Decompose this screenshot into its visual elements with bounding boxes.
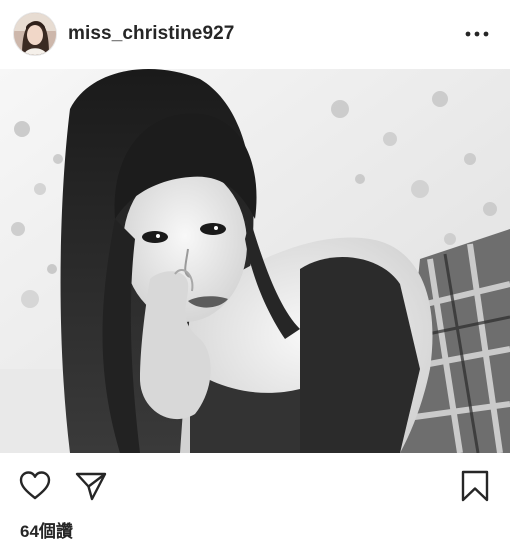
avatar[interactable] <box>14 13 56 55</box>
paper-plane-icon <box>75 472 107 501</box>
like-button[interactable] <box>18 469 52 503</box>
avatar-image <box>14 13 56 55</box>
bookmark-icon <box>461 470 489 502</box>
more-options-icon <box>465 31 489 37</box>
save-button[interactable] <box>458 469 492 503</box>
photo-illustration <box>0 69 510 453</box>
instagram-post: miss_christine927 64個讚 <box>0 0 510 547</box>
likes-count[interactable]: 64個讚 <box>20 517 73 542</box>
action-bar <box>0 459 510 511</box>
post-header: miss_christine927 <box>0 0 510 68</box>
username[interactable]: miss_christine927 <box>68 23 234 45</box>
heart-icon <box>19 471 51 500</box>
more-options-button[interactable] <box>462 22 492 46</box>
share-button[interactable] <box>74 469 108 503</box>
post-photo[interactable] <box>0 69 510 453</box>
